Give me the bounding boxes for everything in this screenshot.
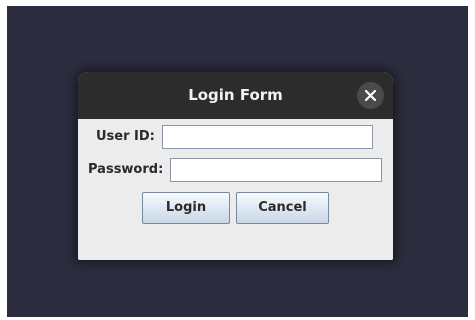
user-id-input[interactable]	[162, 125, 373, 149]
user-id-label: User ID:	[96, 129, 155, 144]
cancel-button[interactable]: Cancel	[236, 192, 329, 224]
login-button[interactable]: Login	[142, 192, 230, 224]
close-icon	[365, 90, 376, 101]
window-title: Login Form	[188, 86, 283, 104]
title-bar[interactable]: Login Form	[78, 72, 393, 119]
form-body: User ID: Password: Login Cancel	[78, 119, 393, 260]
close-button[interactable]	[357, 82, 384, 109]
login-dialog: Login Form User ID: Password: Login Canc…	[78, 72, 393, 260]
password-label: Password:	[88, 162, 164, 177]
password-input[interactable]	[170, 158, 382, 182]
